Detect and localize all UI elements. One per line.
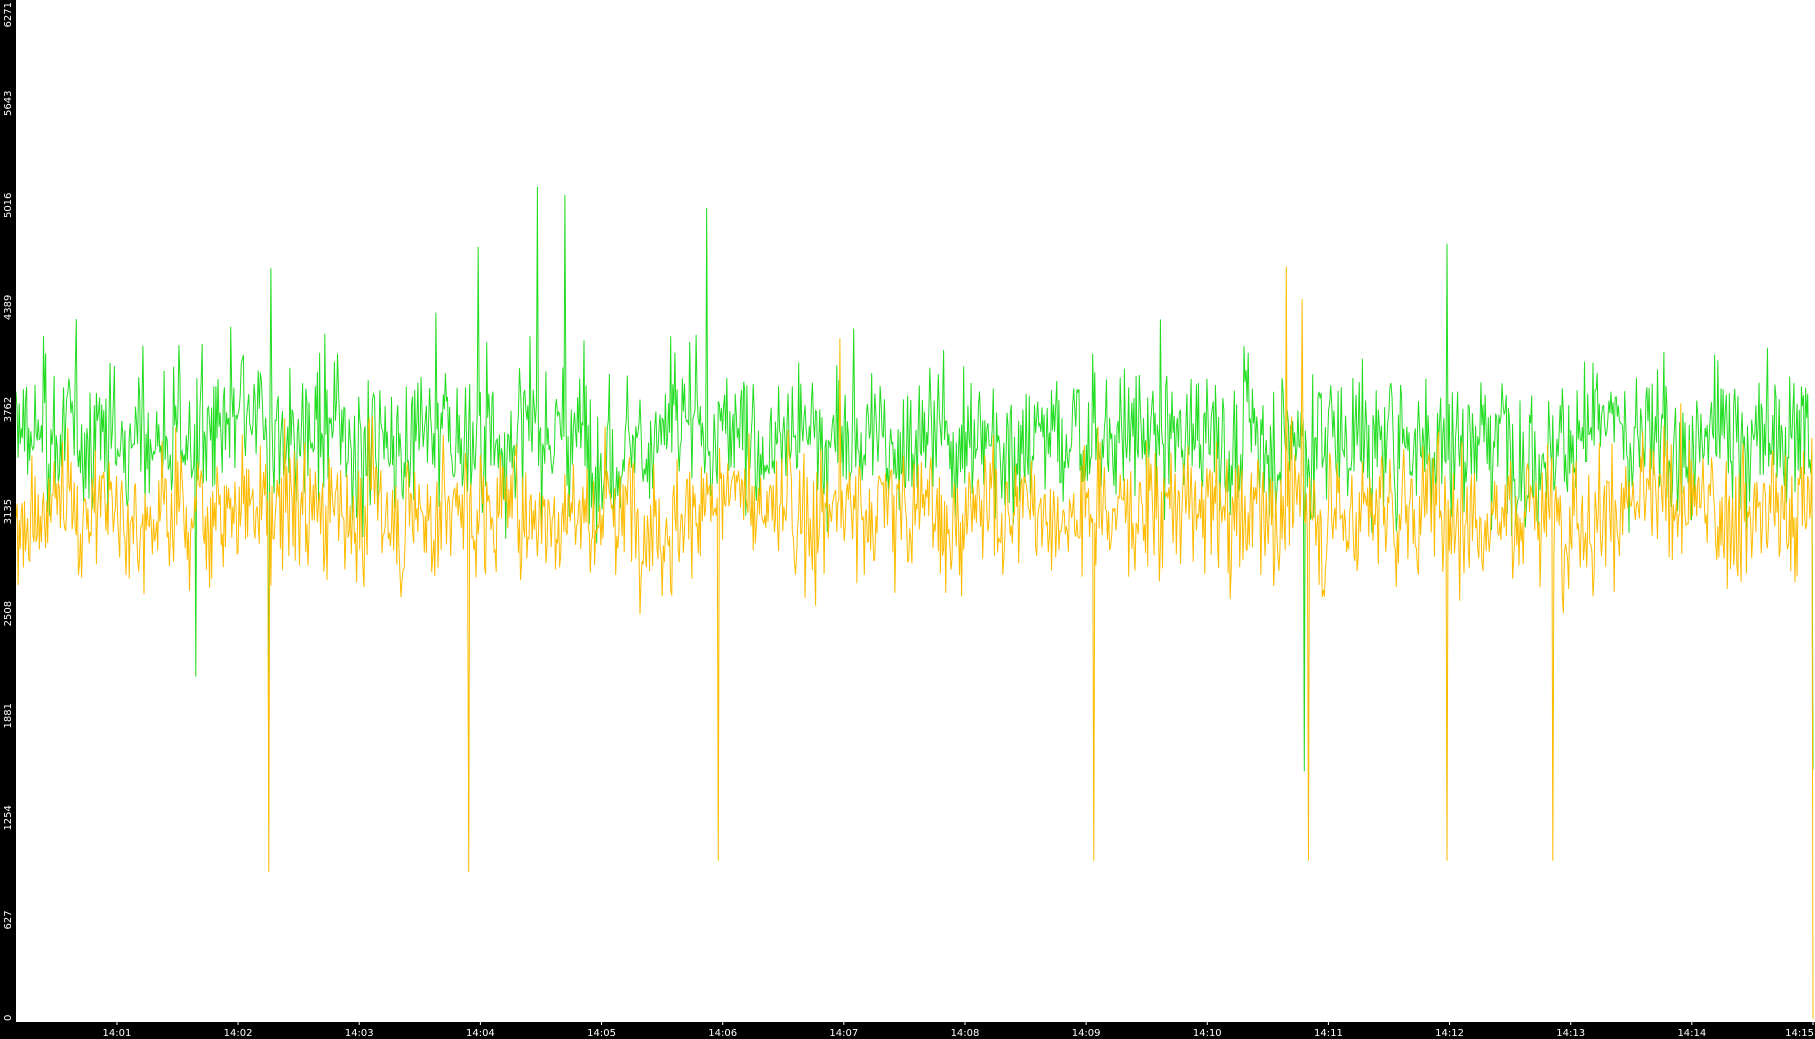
x-tick-label: 14:13 xyxy=(1556,1028,1585,1039)
x-tick-label: 14:10 xyxy=(1193,1028,1222,1039)
y-tick-label: 1254 xyxy=(3,805,14,830)
y-tick-label: 5016 xyxy=(3,193,14,218)
y-tick-label: 3762 xyxy=(3,397,14,422)
x-tick-label: 14:15 xyxy=(1785,1028,1814,1039)
x-tick-label: 14:14 xyxy=(1677,1028,1706,1039)
y-tick-label: 3135 xyxy=(3,499,14,524)
y-tick-label: 627 xyxy=(3,910,14,929)
y-tick-label: 1881 xyxy=(3,703,14,728)
x-tick-label: 14:04 xyxy=(466,1028,495,1039)
x-tick-label: 14:11 xyxy=(1314,1028,1343,1039)
line-chart: 0 627 1254 1881 2508 3135 3762 4389 5016 5643 6271… xyxy=(0,0,1815,1039)
y-tick-label: 4389 xyxy=(3,295,14,320)
x-tick-label: 14:05 xyxy=(587,1028,616,1039)
x-tick-label: 14:06 xyxy=(708,1028,737,1039)
y-tick-label: 6271 xyxy=(3,2,14,27)
x-tick-label: 14:01 xyxy=(103,1028,132,1039)
y-tick-label: 0 xyxy=(3,1015,14,1021)
x-tick-label: 14:07 xyxy=(829,1028,858,1039)
x-axis-band xyxy=(0,1022,1815,1039)
x-tick-label: 14:08 xyxy=(951,1028,980,1039)
y-tick-label: 5643 xyxy=(3,91,14,116)
x-tick-label: 14:02 xyxy=(224,1028,253,1039)
x-tick-label: 14:09 xyxy=(1072,1028,1101,1039)
chart-area: 0 627 1254 1881 2508 3135 3762 4389 5016 5643 6271… xyxy=(0,0,1815,1039)
y-tick-label: 2508 xyxy=(3,601,14,626)
x-tick-label: 14:03 xyxy=(345,1028,374,1039)
x-tick-label: 14:12 xyxy=(1435,1028,1464,1039)
